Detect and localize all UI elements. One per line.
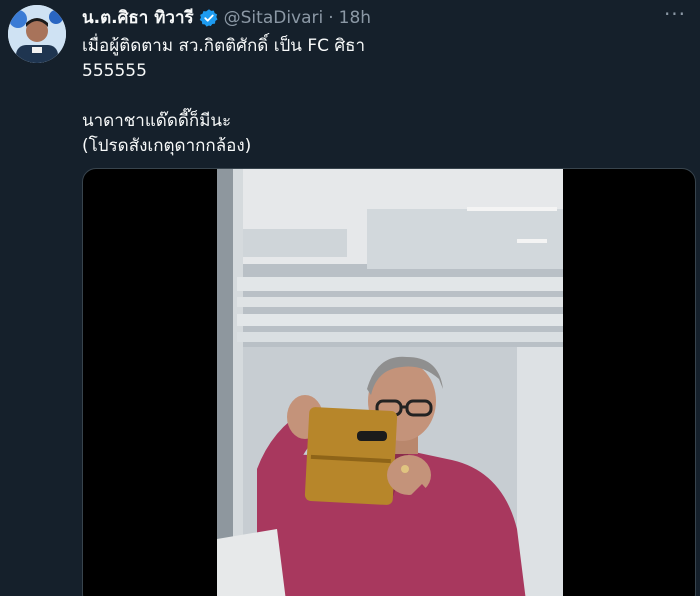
more-options-icon[interactable]: ··· <box>660 4 690 28</box>
avatar[interactable] <box>8 5 66 63</box>
handle[interactable]: @SitaDivari <box>224 6 324 30</box>
video-frame[interactable] <box>217 169 563 596</box>
tweet-header: น.ต.ศิธา ทิวารี @SitaDivari · 18h <box>82 6 371 30</box>
tweet[interactable]: น.ต.ศิธา ทิวารี @SitaDivari · 18h ··· เม… <box>0 0 700 596</box>
display-name[interactable]: น.ต.ศิธา ทิวารี <box>82 6 194 30</box>
tweet-text-line: (โปรดสังเกตุดากกล้อง) <box>82 136 252 156</box>
separator-dot: · <box>328 8 334 28</box>
tweet-text: เมื่อผู้ติดตาม สว.กิตติศักดิ์ เป็น FC ศิ… <box>82 34 682 159</box>
tweet-text-line: เมื่อผู้ติดตาม สว.กิตติศักดิ์ เป็น FC ศิ… <box>82 36 366 56</box>
media-card[interactable] <box>82 168 696 596</box>
tweet-text-line: 555555 <box>82 61 147 81</box>
verified-badge-icon <box>199 8 219 28</box>
tweet-text-line: นาดาชาแด๊ดดี๊ก็มีนะ <box>82 111 232 131</box>
timestamp[interactable]: 18h <box>339 6 371 30</box>
